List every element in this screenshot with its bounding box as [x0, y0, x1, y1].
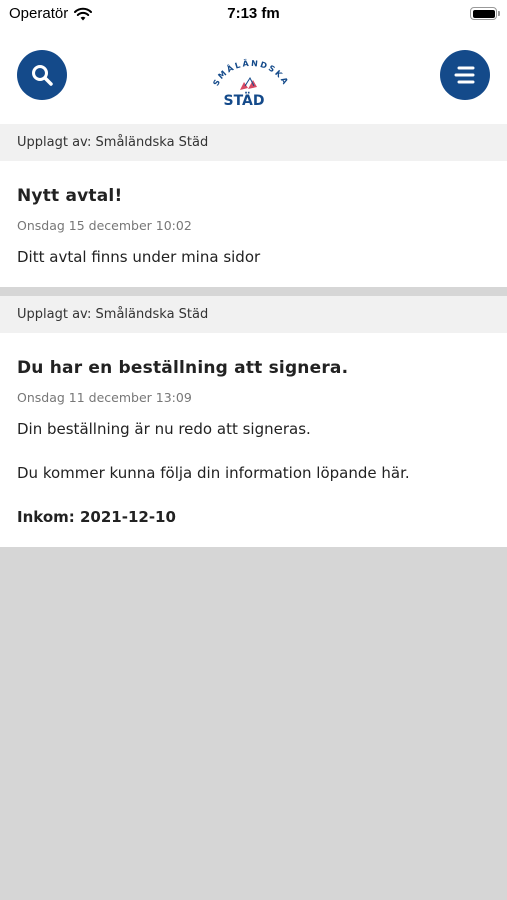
post-body: Nytt avtal! Onsdag 15 december 10:02 Dit… — [0, 161, 507, 287]
post-text: Ditt avtal finns under mina sidor — [17, 248, 261, 266]
svg-text:SMÅLÄNDSKA: SMÅLÄNDSKA — [211, 58, 290, 88]
logo-top-text: SMÅLÄNDSKA — [211, 58, 288, 88]
search-icon — [32, 65, 53, 86]
status-time: 7:13 fm — [227, 5, 280, 22]
post-author: Upplagt av: Småländska Städ — [0, 296, 507, 333]
post-title: Du har en beställning att signera. — [17, 358, 349, 378]
post-text: Du kommer kunna följa din information lö… — [17, 464, 410, 482]
post-author: Upplagt av: Småländska Städ — [0, 124, 507, 161]
post-divider — [0, 287, 507, 296]
feed-post[interactable]: Upplagt av: Småländska Städ Du har en be… — [0, 296, 507, 547]
logo-bottom-text: STÄD — [223, 92, 264, 109]
post-title: Nytt avtal! — [17, 186, 123, 206]
news-feed: Upplagt av: Småländska Städ Nytt avtal! … — [0, 124, 507, 547]
post-date: Onsdag 15 december 10:02 — [17, 218, 192, 233]
menu-button[interactable] — [440, 50, 490, 100]
hamburger-menu-icon — [454, 66, 475, 84]
search-button[interactable] — [17, 50, 67, 100]
status-bar: Operatör 7:13 fm — [0, 0, 507, 28]
post-text: Din beställning är nu redo att signeras. — [17, 420, 311, 438]
post-date: Onsdag 11 december 13:09 — [17, 390, 192, 405]
app-header: SMÅLÄNDSKA STÄD — [0, 28, 507, 124]
post-received-date: Inkom: 2021-12-10 — [17, 508, 176, 526]
post-body: Du har en beställning att signera. Onsda… — [0, 333, 507, 547]
company-logo: SMÅLÄNDSKA STÄD — [211, 58, 290, 109]
battery-icon — [470, 7, 500, 20]
feed-post[interactable]: Upplagt av: Småländska Städ Nytt avtal! … — [0, 124, 507, 287]
